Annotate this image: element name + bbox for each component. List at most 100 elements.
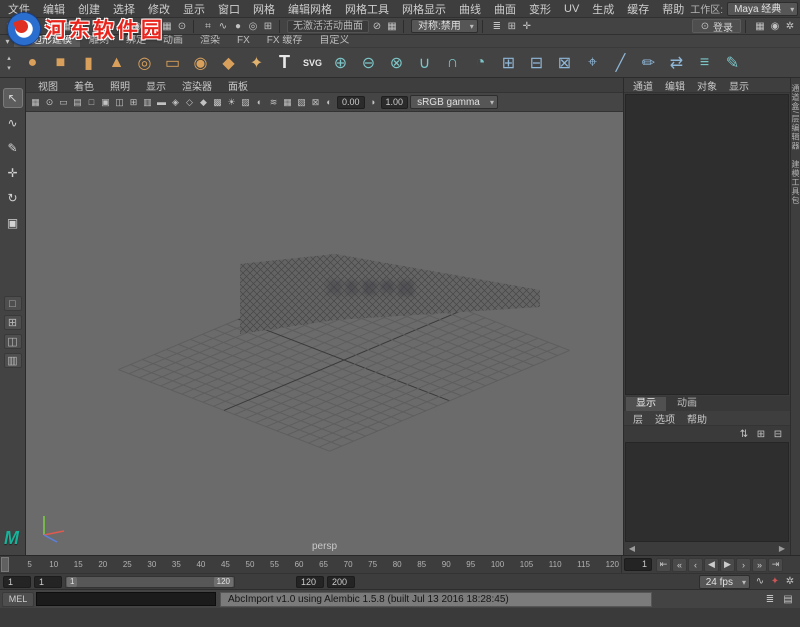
frame-all-icon[interactable]: ◈ xyxy=(169,96,182,109)
play-backward-button[interactable]: ◀ xyxy=(704,558,719,572)
menu-10[interactable]: 网格显示 xyxy=(396,0,452,18)
bevel-icon[interactable]: ⊟ xyxy=(524,50,549,75)
shaded-icon[interactable]: ◆ xyxy=(197,96,210,109)
image-plane-icon[interactable]: ▭ xyxy=(57,96,70,109)
viewport-menu-2[interactable]: 照明 xyxy=(102,78,138,93)
menu-4[interactable]: 修改 xyxy=(142,0,176,18)
menu-6[interactable]: 窗口 xyxy=(212,0,246,18)
textured-icon[interactable]: ▩ xyxy=(211,96,224,109)
step-forward-key-button[interactable]: › xyxy=(736,558,751,572)
undo-icon[interactable]: ↶ xyxy=(74,19,88,33)
workspace-dropdown[interactable]: Maya 经典 xyxy=(727,2,798,16)
super-shape-icon[interactable]: ✦ xyxy=(244,50,269,75)
viewport-menu-5[interactable]: 面板 xyxy=(220,78,256,93)
menu-16[interactable]: 缓存 xyxy=(621,0,655,18)
menu-7[interactable]: 网格 xyxy=(247,0,281,18)
poly-cylinder-icon[interactable]: ▮ xyxy=(76,50,101,75)
construction-history-icon[interactable]: ≣ xyxy=(490,19,504,33)
menu-2[interactable]: 创建 xyxy=(72,0,106,18)
make-live-icon[interactable]: ⊘ xyxy=(370,19,384,33)
sidebar-tab-0[interactable]: 通道盒/层编辑器 xyxy=(790,84,800,150)
menu-12[interactable]: 曲面 xyxy=(488,0,522,18)
field-chart-icon[interactable]: ⊞ xyxy=(127,96,140,109)
scale-tool[interactable]: ▣ xyxy=(3,213,23,233)
selection-mask-icon[interactable]: ▦ xyxy=(160,19,174,33)
channel-box-menu-3[interactable]: 显示 xyxy=(723,78,755,93)
wireframe-icon[interactable]: ◇ xyxy=(183,96,196,109)
playback-start-field[interactable]: 1 xyxy=(34,576,62,588)
separate-icon[interactable]: ∩ xyxy=(440,50,465,75)
menu-11[interactable]: 曲线 xyxy=(453,0,487,18)
shelf-tab-fx-caching[interactable]: FX 缓存 xyxy=(259,35,311,47)
shelf-tab-menu-icon[interactable]: ▾ xyxy=(2,36,13,47)
mirror-icon[interactable]: ⇄ xyxy=(664,50,689,75)
menu-3[interactable]: 选择 xyxy=(107,0,141,18)
shelf-tab-custom[interactable]: 自定义 xyxy=(311,35,357,47)
time-slider[interactable]: 1510152025303540455055606570758085909510… xyxy=(0,555,800,573)
viewport-menu-1[interactable]: 着色 xyxy=(66,78,102,93)
time-ruler[interactable]: 1510152025303540455055606570758085909510… xyxy=(0,556,622,573)
select-object-icon[interactable]: ◉ xyxy=(130,19,144,33)
mel-input[interactable] xyxy=(36,592,216,606)
poly-torus-icon[interactable]: ◎ xyxy=(132,50,157,75)
combine-icon[interactable]: ∪ xyxy=(412,50,437,75)
select-hierarchy-icon[interactable]: ◈ xyxy=(115,19,129,33)
safe-title-icon[interactable]: ▬ xyxy=(155,96,168,109)
shelf-tab-rendering[interactable]: 渲染 xyxy=(192,35,228,47)
shelf-tab-prev-icon[interactable]: ▴ xyxy=(4,53,14,62)
step-back-key-button[interactable]: ‹ xyxy=(688,558,703,572)
quick-select-icon[interactable]: ✛ xyxy=(520,19,534,33)
layer-list[interactable] xyxy=(625,442,789,542)
boolean-intersection-icon[interactable]: ⊗ xyxy=(384,50,409,75)
fps-dropdown[interactable]: 24 fps xyxy=(699,575,750,589)
exposure-icon[interactable]: ◐ xyxy=(323,96,335,109)
move-tool[interactable]: ✛ xyxy=(3,163,23,183)
playback-speed-icon[interactable]: ∿ xyxy=(753,575,767,589)
panel-scrollbar[interactable]: ◀▶ xyxy=(624,542,790,555)
type-tool-icon[interactable]: T xyxy=(272,50,297,75)
step-forward-frame-button[interactable]: » xyxy=(752,558,767,572)
shelf-tab-fx[interactable]: FX xyxy=(229,35,258,47)
panel-scroll-left-icon[interactable]: ◀ xyxy=(627,544,637,554)
exposure-field[interactable]: 0.00 xyxy=(337,96,365,109)
resolution-gate-icon[interactable]: ▣ xyxy=(99,96,112,109)
highlight-selection-icon[interactable]: ⊙ xyxy=(175,19,189,33)
viewport-menu-0[interactable]: 视图 xyxy=(30,78,66,93)
symmetry-dropdown[interactable]: 对称:禁用 xyxy=(411,19,478,33)
layout-two-pane[interactable]: ◫ xyxy=(4,334,22,349)
poly-sphere-icon[interactable]: ● xyxy=(20,50,45,75)
snap-projected-center-icon[interactable]: ◎ xyxy=(246,19,260,33)
layer-tab-display[interactable]: 显示 xyxy=(626,397,666,411)
shelf-tab-next-icon[interactable]: ▾ xyxy=(4,63,14,72)
ipr-render-icon[interactable]: ◉ xyxy=(768,19,782,33)
sculpt-tool-icon[interactable]: ✎ xyxy=(720,50,745,75)
lasso-tool[interactable]: ∿ xyxy=(3,113,23,133)
viewport-canvas[interactable]: 河东软件园 persp xyxy=(26,112,623,555)
scene-save-icon[interactable]: ▦ xyxy=(59,19,73,33)
boolean-union-icon[interactable]: ⊕ xyxy=(328,50,353,75)
viewport-menu-4[interactable]: 渲染器 xyxy=(174,78,220,93)
poly-cube-icon[interactable]: ■ xyxy=(48,50,73,75)
snap-view-plane-icon[interactable]: ⊞ xyxy=(261,19,275,33)
scene-new-icon[interactable]: ▢ xyxy=(29,19,43,33)
select-tool[interactable]: ↖ xyxy=(3,88,23,108)
open-editor-icon[interactable]: ⊞ xyxy=(505,19,519,33)
poly-cone-icon[interactable]: ▲ xyxy=(104,50,129,75)
sidebar-toggle-icon[interactable]: ≡ xyxy=(3,19,17,33)
gamma-field[interactable]: 1.00 xyxy=(381,96,409,109)
playback-end-field[interactable]: 120 xyxy=(296,576,324,588)
menu-5[interactable]: 显示 xyxy=(177,0,211,18)
layout-four-pane[interactable]: ⊞ xyxy=(4,315,22,330)
new-layer-from-selected-icon[interactable]: ⊟ xyxy=(771,427,785,441)
bridge-icon[interactable]: ⊠ xyxy=(552,50,577,75)
xray-icon[interactable]: ▧ xyxy=(295,96,308,109)
menu-8[interactable]: 编辑网格 xyxy=(282,0,338,18)
view-transform-dropdown[interactable]: sRGB gamma xyxy=(410,95,498,109)
current-frame-marker[interactable] xyxy=(1,557,9,572)
layout-single-pane[interactable]: □ xyxy=(4,296,22,311)
menu-0[interactable]: 文件 xyxy=(2,0,36,18)
snap-curve-icon[interactable]: ∿ xyxy=(216,19,230,33)
use-lights-icon[interactable]: ☀ xyxy=(225,96,238,109)
animation-prefs-icon[interactable]: ✲ xyxy=(783,575,797,589)
layer-tab-anim[interactable]: 动画 xyxy=(667,397,707,411)
